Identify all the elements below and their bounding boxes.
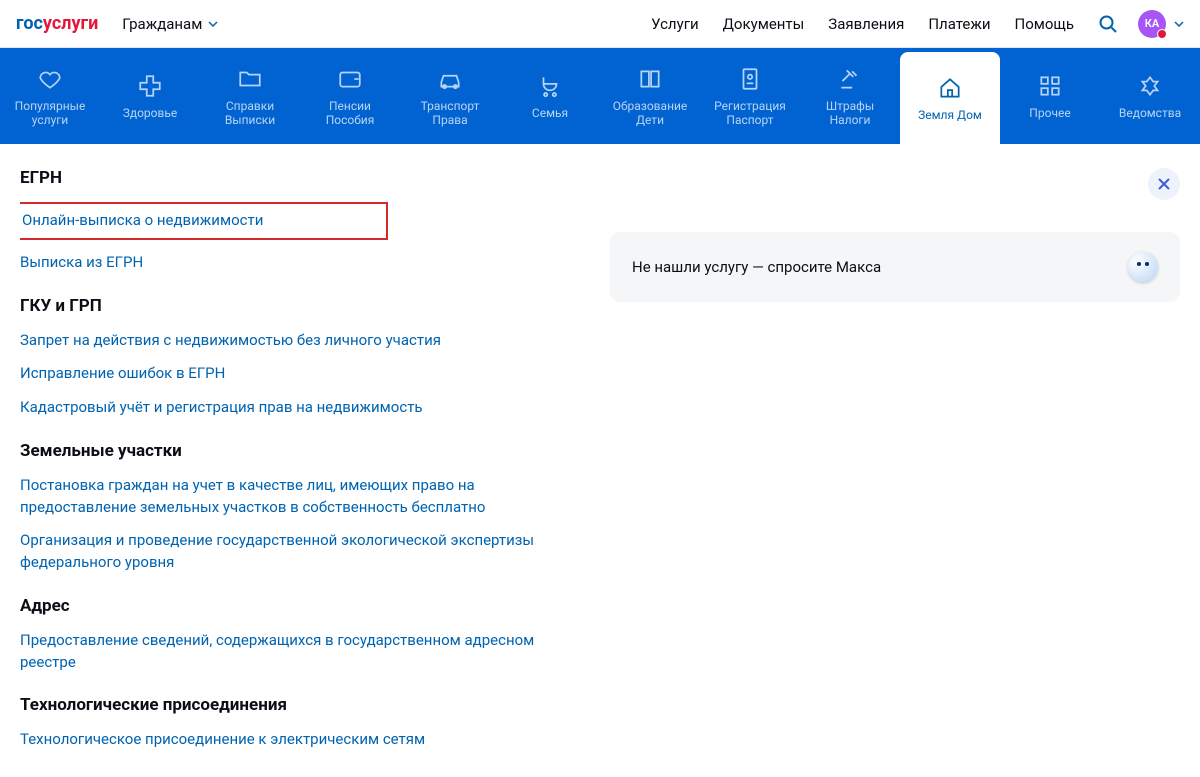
user-menu[interactable]: КА [1138, 10, 1184, 38]
main-content: ЕГРН Онлайн-выписка о недвижимости Выписка… [0, 144, 1200, 763]
wallet-icon [336, 65, 364, 93]
category-tab-8[interactable]: Штрафы Налоги [800, 48, 900, 144]
heart-icon [36, 65, 64, 93]
category-tab-9[interactable]: Земля Дом [900, 52, 1000, 144]
chevron-down-icon [1174, 21, 1184, 27]
nav-services[interactable]: Услуги [651, 15, 699, 33]
chevron-down-icon [208, 21, 218, 27]
category-label: Земля Дом [918, 108, 982, 122]
category-bar: Популярные услуги Здоровье Справки Выписки… [0, 48, 1200, 144]
category-label: Транспорт Права [421, 99, 480, 128]
audience-label: Гражданам [122, 15, 202, 33]
logo-part-2: услуги [43, 13, 98, 34]
category-tab-6[interactable]: Образование Дети [600, 48, 700, 144]
service-link[interactable]: Предоставление сведений, содержащихся в … [20, 630, 568, 674]
stroller-icon [536, 72, 564, 100]
nav-applications[interactable]: Заявления [828, 15, 904, 33]
assistant-column: Не нашли услугу — спросите Макса [610, 168, 1180, 763]
folder-icon [236, 65, 264, 93]
car-icon [436, 65, 464, 93]
category-tab-3[interactable]: Пенсии Пособия [300, 48, 400, 144]
category-label: Образование Дети [613, 99, 688, 128]
service-link[interactable]: Выписка из ЕГРН [20, 252, 568, 274]
category-label: Семья [532, 106, 568, 120]
category-label: Здоровье [123, 106, 178, 120]
plus-icon [136, 72, 164, 100]
services-scroll[interactable]: ЕГРН Онлайн-выписка о недвижимости Выписка… [20, 168, 580, 763]
category-label: Ведомства [1119, 106, 1181, 120]
book-icon [636, 65, 664, 93]
close-icon [1157, 177, 1171, 191]
service-link[interactable]: Исправление ошибок в ЕГРН [20, 363, 568, 385]
category-tab-1[interactable]: Здоровье [100, 48, 200, 144]
category-tab-2[interactable]: Справки Выписки [200, 48, 300, 144]
top-header: госуслуги Гражданам Услуги Документы Зая… [0, 0, 1200, 48]
search-button[interactable] [1098, 14, 1118, 34]
service-link[interactable]: Запрет на действия с недвижимостью без л… [20, 330, 568, 352]
eagle-icon [1136, 72, 1164, 100]
audience-dropdown[interactable]: Гражданам [122, 15, 218, 33]
nav-payments[interactable]: Платежи [928, 15, 990, 33]
category-tab-4[interactable]: Транспорт Права [400, 48, 500, 144]
section-title: ЕГРН [20, 168, 568, 188]
gavel-icon [836, 65, 864, 93]
ask-text: Не нашли услугу — спросите Макса [632, 258, 881, 276]
category-label: Регистрация Паспорт [714, 99, 786, 128]
section-title: ГКУ и ГРП [20, 296, 568, 316]
logo-part-1: гос [16, 13, 43, 34]
grid-icon [1036, 72, 1064, 100]
category-label: Штрафы Налоги [826, 99, 874, 128]
section-title: Земельные участки [20, 441, 568, 461]
category-tab-7[interactable]: Регистрация Паспорт [700, 48, 800, 144]
services-column: ЕГРН Онлайн-выписка о недвижимости Выписка… [20, 168, 580, 763]
nav-help[interactable]: Помощь [1015, 15, 1075, 33]
service-link[interactable]: Онлайн-выписка о недвижимости [20, 202, 388, 240]
section-title: Адрес [20, 596, 568, 616]
category-label: Прочее [1029, 106, 1070, 120]
search-icon [1098, 14, 1118, 34]
section-title: Технологические присоединения [20, 695, 568, 715]
category-label: Популярные услуги [15, 99, 86, 128]
bot-icon [1128, 252, 1158, 282]
header-nav: Услуги Документы Заявления Платежи Помощ… [651, 15, 1074, 33]
category-label: Справки Выписки [225, 99, 275, 128]
category-tab-5[interactable]: Семья [500, 48, 600, 144]
category-tab-11[interactable]: Ведомства [1100, 48, 1200, 144]
logo[interactable]: госуслуги [16, 13, 98, 34]
home-icon [936, 74, 964, 102]
close-button[interactable] [1148, 168, 1180, 200]
category-tab-10[interactable]: Прочее [1000, 48, 1100, 144]
ask-assistant-box[interactable]: Не нашли услугу — спросите Макса [610, 232, 1180, 302]
service-link[interactable]: Организация и проведение государственной… [20, 530, 568, 574]
service-link[interactable]: Технологическое присоединение к электрич… [20, 729, 568, 751]
avatar: КА [1138, 10, 1166, 38]
category-label: Пенсии Пособия [326, 99, 375, 128]
service-link[interactable]: Постановка граждан на учет в качестве ли… [20, 475, 568, 519]
nav-documents[interactable]: Документы [723, 15, 805, 33]
service-link[interactable]: Кадастровый учёт и регистрация прав на н… [20, 397, 568, 419]
passport-icon [736, 65, 764, 93]
category-tab-0[interactable]: Популярные услуги [0, 48, 100, 144]
